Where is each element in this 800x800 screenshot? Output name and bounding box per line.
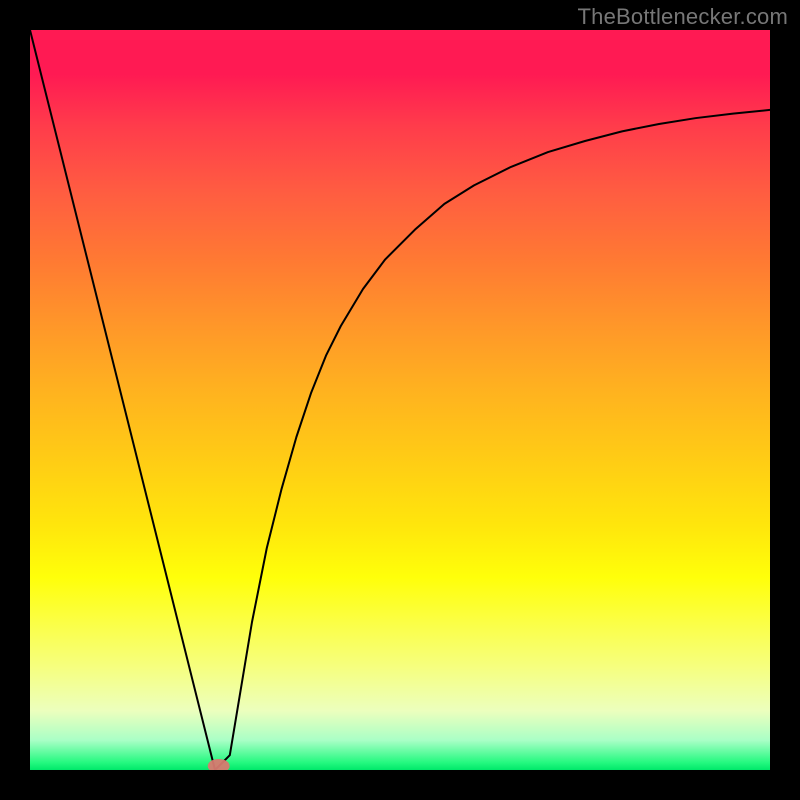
watermark-text: TheBottlenecker.com	[578, 4, 788, 30]
curve-minimum-marker	[208, 759, 230, 770]
plot-area	[30, 30, 770, 770]
chart-svg	[30, 30, 770, 770]
bottleneck-curve	[30, 30, 770, 770]
